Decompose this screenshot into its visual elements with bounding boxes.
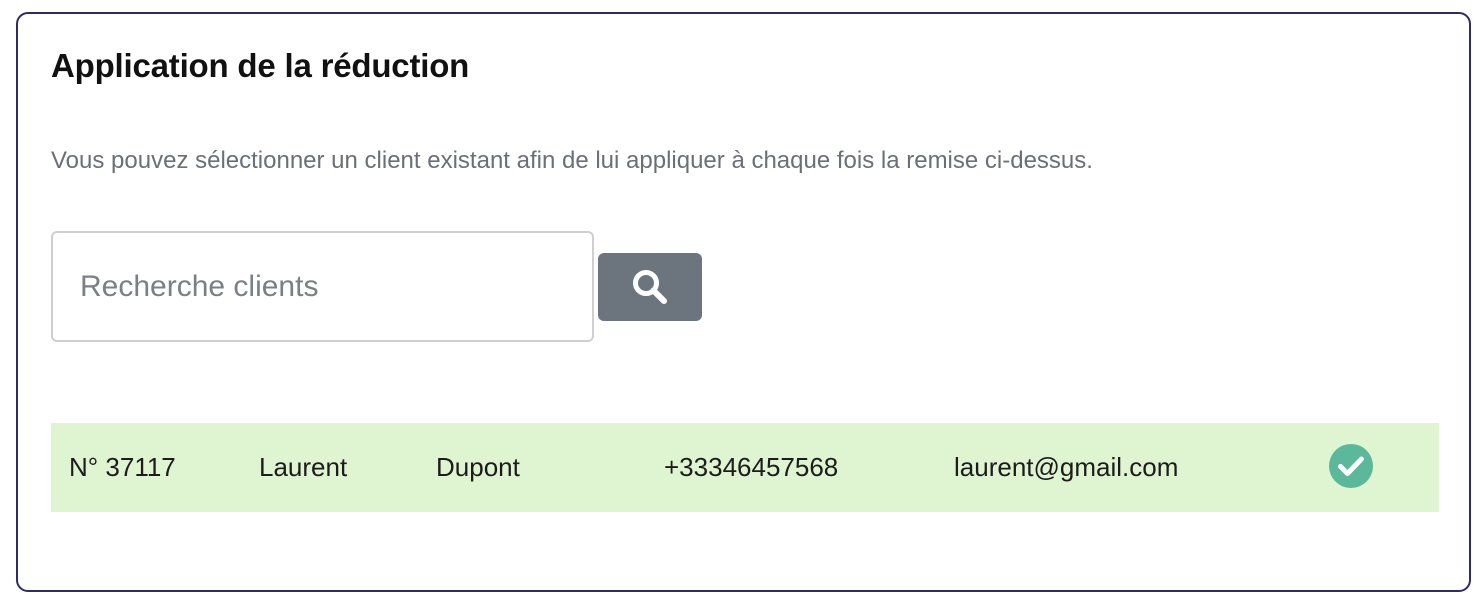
search-button[interactable] — [598, 253, 702, 321]
client-number: N° 37117 — [69, 452, 176, 482]
client-email: laurent@gmail.com — [954, 452, 1179, 482]
panel-description: Vous pouvez sélectionner un client exist… — [51, 147, 1093, 174]
client-search-input[interactable] — [51, 231, 594, 342]
check-circle-icon[interactable] — [1328, 443, 1374, 489]
panel-title: Application de la réduction — [51, 47, 470, 84]
client-phone: +33346457568 — [664, 452, 839, 482]
client-last-name: Dupont — [436, 452, 520, 482]
discount-application-panel: Application de la réduction Vous pouvez … — [16, 12, 1471, 592]
client-row-selected[interactable]: N° 37117 Laurent Dupont +33346457568 lau… — [51, 423, 1439, 512]
search-icon — [633, 270, 667, 304]
client-first-name: Laurent — [259, 452, 348, 482]
